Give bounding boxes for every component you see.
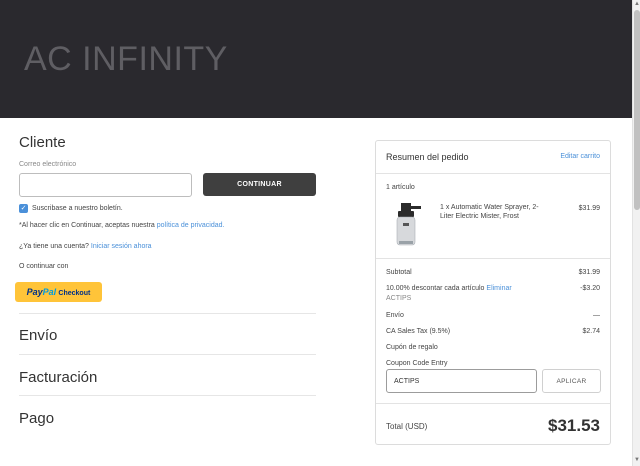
terms-prefix: *Al hacer clic en Continuar, aceptas nue… xyxy=(19,222,155,229)
shipping-section-title[interactable]: Envío xyxy=(19,327,57,344)
account-text: ¿Ya tiene una cuenta? Iniciar sesión aho… xyxy=(19,243,152,250)
paypal-checkout-label: Checkout xyxy=(58,290,91,297)
item-name-line2: Liter Electric Mister, Frost xyxy=(440,213,519,220)
divider xyxy=(19,313,316,314)
divider xyxy=(376,403,610,404)
privacy-policy-link[interactable]: política de privacidad. xyxy=(157,222,225,229)
gift-coupon-link[interactable]: Cupón de regalo xyxy=(386,344,438,351)
divider xyxy=(376,173,610,174)
total-label: Total (USD) xyxy=(386,422,428,431)
email-field[interactable] xyxy=(19,173,192,197)
discount-code: ACTIPS xyxy=(386,295,412,302)
email-label: Correo electrónico xyxy=(19,161,77,168)
or-continue-label: O continuar con xyxy=(19,263,69,270)
scroll-thumb[interactable] xyxy=(634,10,640,210)
coupon-input[interactable] xyxy=(386,369,537,393)
brand-logo[interactable]: AC INFINITY xyxy=(24,40,228,79)
tax-value: $2.74 xyxy=(582,328,600,335)
shipping-label: Envío xyxy=(386,312,404,319)
paypal-checkout-button[interactable]: PayPal Checkout xyxy=(15,282,102,302)
page-scrollbar[interactable]: ▲ ▼ xyxy=(632,0,640,466)
subtotal-label: Subtotal xyxy=(386,269,412,276)
divider xyxy=(19,395,316,396)
site-header: AC INFINITY xyxy=(0,0,632,118)
item-price: $31.99 xyxy=(578,205,600,212)
login-link[interactable]: Iniciar sesión ahora xyxy=(91,243,152,250)
shipping-value: — xyxy=(593,312,600,319)
customer-section-title: Cliente xyxy=(19,134,66,151)
total-value: $31.53 xyxy=(548,416,600,435)
paypal-logo-pay: Pay xyxy=(26,287,43,297)
product-image xyxy=(396,203,421,246)
continue-button[interactable]: CONTINUAR xyxy=(203,173,316,196)
scroll-down-icon[interactable]: ▼ xyxy=(634,457,640,463)
terms-text: *Al hacer clic en Continuar, aceptas nue… xyxy=(19,222,224,229)
edit-cart-link[interactable]: Editar carrito xyxy=(560,153,600,160)
account-prefix: ¿Ya tiene una cuenta? xyxy=(19,243,89,250)
remove-discount-link[interactable]: Eliminar xyxy=(486,285,511,292)
summary-title: Resumen del pedido xyxy=(386,152,469,162)
divider xyxy=(376,258,610,259)
subscribe-checkbox[interactable]: ✓ xyxy=(19,204,28,213)
billing-section-title[interactable]: Facturación xyxy=(19,369,97,386)
subscribe-label: Suscribase a nuestro boletín. xyxy=(32,205,123,212)
subtotal-value: $31.99 xyxy=(578,269,600,276)
divider xyxy=(19,354,316,355)
paypal-logo-pal: Pal xyxy=(42,287,57,297)
coupon-label: Coupon Code Entry xyxy=(386,360,448,367)
discount-value: -$3.20 xyxy=(580,285,600,292)
discount-text: 10.00% descontar cada artículo xyxy=(386,285,485,292)
scroll-up-icon[interactable]: ▲ xyxy=(634,1,640,7)
apply-coupon-button[interactable]: APLICAR xyxy=(542,369,601,393)
order-summary: Resumen del pedido Editar carrito 1 artí… xyxy=(375,140,611,445)
tax-label: CA Sales Tax (9.5%) xyxy=(386,328,451,335)
item-name-line1: 1 x Automatic Water Sprayer, 2- xyxy=(440,204,539,211)
item-count: 1 artículo xyxy=(386,184,415,191)
payment-section-title[interactable]: Pago xyxy=(19,410,54,427)
discount-label: 10.00% descontar cada artículo Eliminar xyxy=(386,285,512,292)
